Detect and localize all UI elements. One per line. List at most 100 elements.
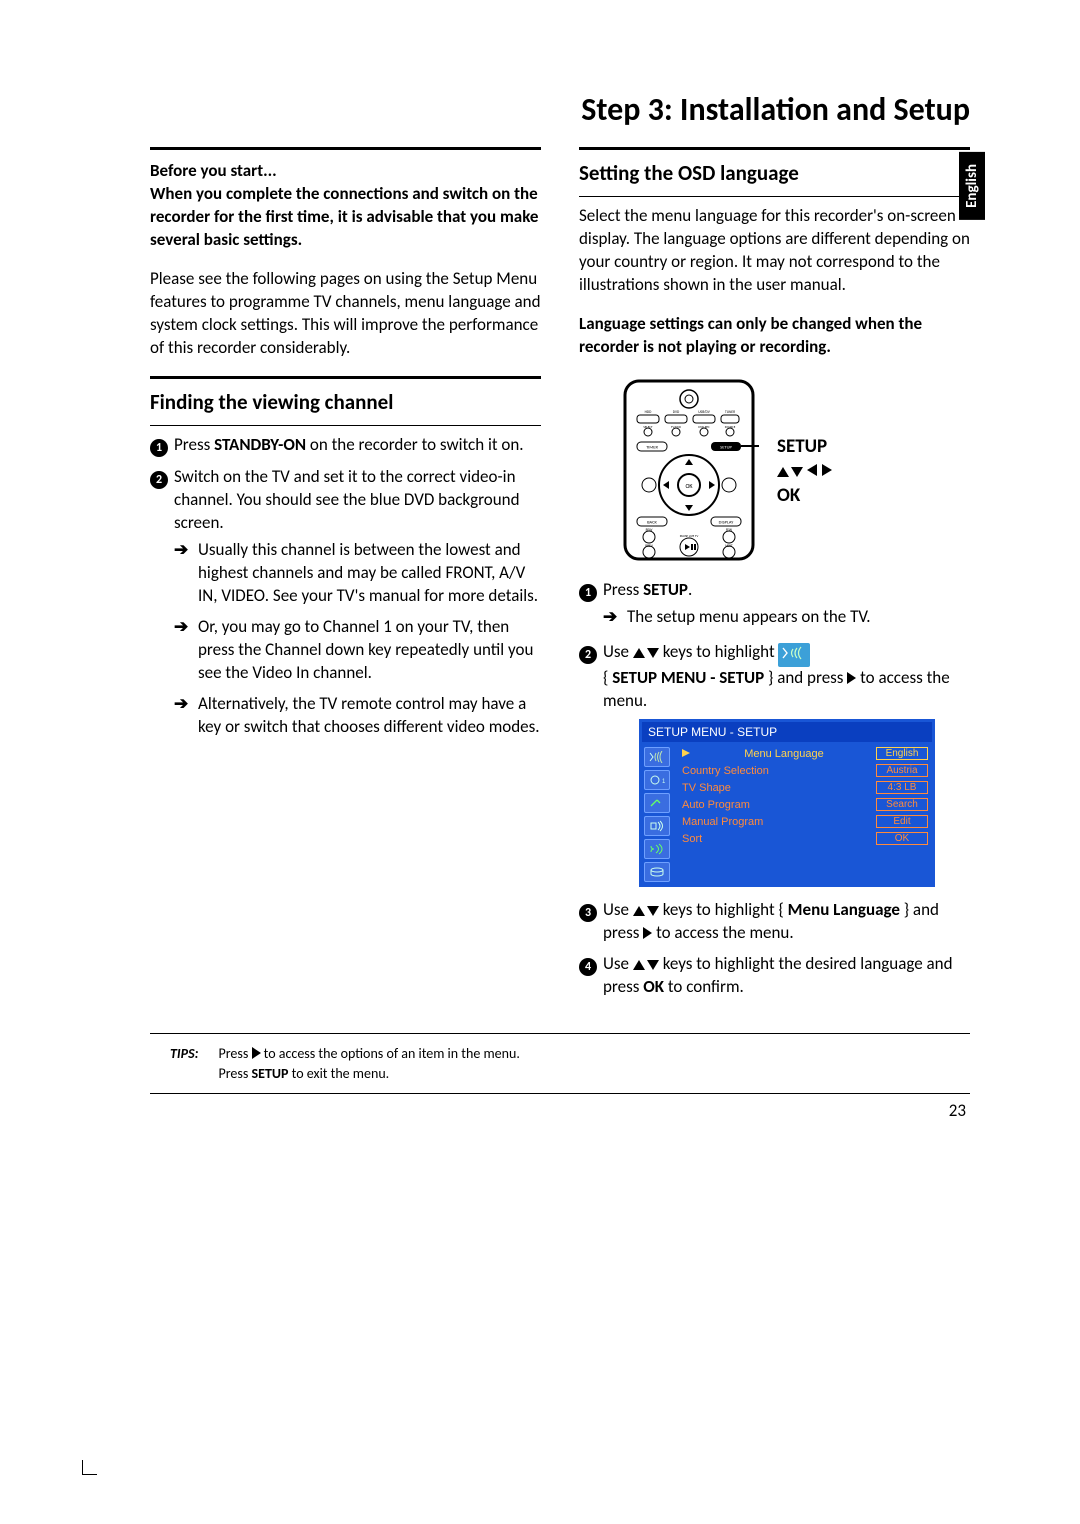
r-step-4: 4 Use keys to highlight the desired lang… <box>579 953 970 999</box>
step-2b: ➔ Or, you may go to Channel 1 on your TV… <box>150 616 541 689</box>
svg-text:BACK: BACK <box>647 520 657 525</box>
right-arrow-icon <box>847 672 856 684</box>
language-tab: English <box>959 152 985 220</box>
osd-row: Sort OK <box>676 830 932 847</box>
arrow-right-icon: ➔ <box>174 693 198 739</box>
text-bold: SETUP MENU - SETUP <box>612 667 764 688</box>
osd-item-label: Auto Program <box>682 799 750 811</box>
svg-text:SOURCE: SOURCE <box>725 425 736 429</box>
text: keys to highlight { <box>659 899 788 920</box>
svg-text:DISPLAY: DISPLAY <box>719 520 734 525</box>
remote-icon: HDD DVD USB/DV TUNER SELECT TV/DVD DVD R… <box>619 377 759 562</box>
osd-intro: Select the menu language for this record… <box>579 205 970 297</box>
osd-item-label: Sort <box>682 833 702 845</box>
intro-bold: Before you start... When you complete th… <box>150 160 541 252</box>
text: Or, you may go to Channel 1 on your TV, … <box>198 616 541 685</box>
svg-text:NEXT: NEXT <box>725 544 733 548</box>
right-arrow-icon <box>643 927 652 939</box>
osd-audio-icon <box>644 816 670 836</box>
r-step-1a: ➔ The setup menu appears on the TV. <box>579 606 970 633</box>
arrow-right-icon: ➔ <box>603 606 627 629</box>
page-number: 23 <box>150 1100 970 1121</box>
right-column: Setting the OSD language Select the menu… <box>579 147 970 1003</box>
osd-disc-icon: 1 <box>644 770 670 790</box>
svg-text:1: 1 <box>662 779 666 785</box>
osd-item-value: 4:3 LB <box>876 781 928 794</box>
text-bold: SETUP <box>252 1065 289 1082</box>
tips-label: TIPS: <box>170 1044 199 1083</box>
text-bold: STANDBY-ON <box>214 434 306 455</box>
arrow-right-icon: ➔ <box>174 539 198 608</box>
remote-diagram: HDD DVD USB/DV TUNER SELECT TV/DVD DVD R… <box>619 377 970 567</box>
intro-line1: Before you start... <box>150 160 277 181</box>
svg-text:SETUP: SETUP <box>720 445 732 450</box>
osd-title: SETUP MENU - SETUP <box>642 722 932 742</box>
section-find-channel: Finding the viewing channel <box>150 389 541 415</box>
step-2c: ➔ Alternatively, the TV remote control m… <box>150 693 541 743</box>
intro-line2: When you complete the connections and sw… <box>150 183 538 250</box>
text: Use <box>603 641 633 662</box>
r-step-1: 1 Press SETUP. <box>579 579 970 602</box>
remote-setup-label: SETUP <box>777 435 832 460</box>
osd-hdd-icon <box>644 862 670 882</box>
text: The setup menu appears on the TV. <box>627 606 871 629</box>
text-bold: OK <box>643 976 664 997</box>
text: to access the options of an item in the … <box>261 1045 520 1062</box>
step-2a: ➔ Usually this channel is between the lo… <box>150 539 541 612</box>
osd-item-value: OK <box>876 832 928 845</box>
svg-text:USB/DV: USB/DV <box>698 410 710 414</box>
bullet-1-icon: 1 <box>150 439 168 457</box>
svg-text:OK: OK <box>685 482 693 490</box>
setup-menu-icon <box>778 643 810 668</box>
osd-item-value: English <box>876 747 928 760</box>
osd-item-label: TV Shape <box>682 782 731 794</box>
arrow-right-icon: ➔ <box>174 616 198 685</box>
intro-para: Please see the following pages on using … <box>150 268 541 360</box>
svg-text:TUNER: TUNER <box>725 410 735 414</box>
osd-setup-icon <box>644 747 670 767</box>
up-arrow-icon <box>633 960 645 970</box>
bullet-4-icon: 4 <box>579 958 597 976</box>
down-arrow-icon <box>647 906 659 916</box>
text-bold: SETUP <box>643 579 688 600</box>
tips-line2: Press SETUP to exit the menu. <box>219 1064 520 1084</box>
r-step-2: 2 Use keys to highlight { SETUP MENU - S… <box>579 641 970 714</box>
text: } and press <box>764 667 847 688</box>
tips-line1: Press to access the options of an item i… <box>219 1044 520 1064</box>
text: Use <box>603 899 633 920</box>
rule <box>150 147 541 150</box>
rule <box>579 196 970 197</box>
osd-signal-icon <box>644 839 670 859</box>
bullet-3-icon: 3 <box>579 904 597 922</box>
svg-text:FFW: FFW <box>726 528 733 532</box>
bullet-1-icon: 1 <box>579 584 597 602</box>
remote-ok-label: OK <box>777 484 832 509</box>
up-arrow-icon <box>633 648 645 658</box>
text: to exit the menu. <box>288 1065 389 1082</box>
osd-menu: SETUP MENU - SETUP 1 Menu LanguageEnglis… <box>639 719 935 887</box>
text: Press <box>174 434 214 455</box>
rule <box>150 376 541 379</box>
text: Switch on the TV and set it to the corre… <box>174 466 541 535</box>
step-1: 1 Press STANDBY-ON on the recorder to sw… <box>150 434 541 457</box>
up-arrow-icon <box>633 906 645 916</box>
svg-text:SELECT: SELECT <box>643 425 653 429</box>
osd-item-value: Austria <box>876 764 928 777</box>
svg-text:DVD: DVD <box>673 410 680 414</box>
bullet-2-icon: 2 <box>150 471 168 489</box>
up-arrow-icon <box>777 467 789 477</box>
osd-icon-column: 1 <box>642 745 676 882</box>
osd-item-label: Manual Program <box>682 816 763 828</box>
svg-text:TV/DVD: TV/DVD <box>671 425 681 429</box>
tips-box: TIPS: Press to access the options of an … <box>150 1033 970 1094</box>
osd-row: Country SelectionAustria <box>676 762 932 779</box>
osd-row: Auto ProgramSearch <box>676 796 932 813</box>
section-osd-lang: Setting the OSD language <box>579 160 970 186</box>
osd-item-value: Edit <box>876 815 928 828</box>
svg-text:REW: REW <box>646 528 654 532</box>
osd-tools-icon <box>644 793 670 813</box>
text: Press <box>219 1045 252 1062</box>
text: Use <box>603 953 633 974</box>
osd-row: Manual Program Edit <box>676 813 932 830</box>
rule <box>150 425 541 426</box>
